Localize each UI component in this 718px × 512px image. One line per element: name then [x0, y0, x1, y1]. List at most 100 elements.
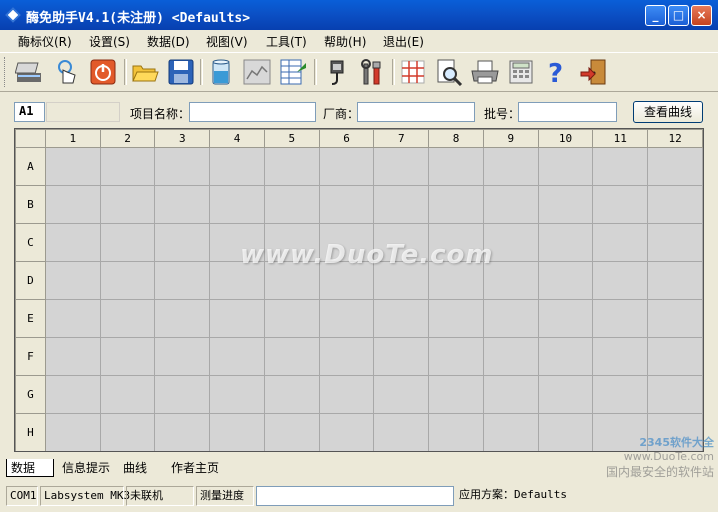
tab-curve[interactable]: 曲线	[119, 459, 163, 477]
menu-exit[interactable]: 退出(E)	[383, 33, 424, 50]
view-curve-button[interactable]: 查看曲线	[633, 101, 703, 123]
column-header[interactable]: 12	[647, 129, 703, 148]
plate-well-cell[interactable]	[537, 375, 594, 414]
menu-reader[interactable]: 酶标仪(R)	[18, 33, 72, 50]
plate-well-cell[interactable]	[263, 337, 320, 376]
grid-icon[interactable]	[398, 57, 428, 87]
plate-well-cell[interactable]	[428, 299, 484, 338]
plate-well-cell[interactable]	[154, 147, 211, 186]
plate-well-cell[interactable]	[592, 299, 649, 338]
plate-well-cell[interactable]	[154, 337, 211, 376]
plate-well-cell[interactable]	[373, 223, 430, 262]
plate-well-cell[interactable]	[592, 185, 649, 224]
menu-data[interactable]: 数据(D)	[147, 33, 190, 50]
row-header[interactable]: G	[15, 375, 46, 414]
plate-well-cell[interactable]	[373, 337, 430, 376]
plate-well-cell[interactable]	[647, 147, 703, 186]
column-header[interactable]: 6	[318, 129, 375, 148]
maximize-button[interactable]: □	[668, 5, 689, 26]
column-header[interactable]: 9	[482, 129, 539, 148]
plate-well-cell[interactable]	[428, 337, 484, 376]
plate-well-cell[interactable]	[647, 337, 703, 376]
power-icon[interactable]	[88, 57, 118, 87]
row-header[interactable]: A	[15, 147, 46, 186]
close-button[interactable]: ×	[691, 5, 712, 26]
plate-well-cell[interactable]	[99, 223, 156, 262]
plate-well-cell[interactable]	[99, 299, 156, 338]
exit-door-icon[interactable]	[578, 57, 608, 87]
plate-well-cell[interactable]	[373, 299, 430, 338]
plate-well-cell[interactable]	[428, 185, 484, 224]
save-disk-icon[interactable]	[166, 57, 196, 87]
plate-well-cell[interactable]	[373, 261, 430, 300]
app-icon[interactable]	[5, 7, 21, 23]
plate-well-cell[interactable]	[263, 375, 320, 414]
plate-well-cell[interactable]	[482, 299, 539, 338]
plate-well-cell[interactable]	[44, 261, 101, 300]
menu-view[interactable]: 视图(V)	[206, 33, 248, 50]
help-icon[interactable]: ?	[542, 57, 572, 87]
minimize-button[interactable]: _	[645, 5, 666, 26]
column-header[interactable]: 7	[373, 129, 430, 148]
row-header[interactable]: H	[15, 413, 46, 451]
toolbar-grip[interactable]	[4, 57, 8, 87]
tools-icon[interactable]	[358, 57, 388, 87]
column-header[interactable]: 8	[428, 129, 484, 148]
row-header[interactable]: C	[15, 223, 46, 262]
plate-well-cell[interactable]	[647, 223, 703, 262]
plate-well-cell[interactable]	[263, 299, 320, 338]
menu-settings[interactable]: 设置(S)	[89, 33, 130, 50]
plate-well-cell[interactable]	[373, 413, 430, 451]
plate-well-cell[interactable]	[209, 185, 265, 224]
line-chart-icon[interactable]	[242, 57, 272, 87]
plate-well-cell[interactable]	[99, 413, 156, 451]
plate-well-cell[interactable]	[318, 147, 375, 186]
column-header[interactable]: 10	[537, 129, 594, 148]
plate-well-cell[interactable]	[99, 147, 156, 186]
plate-well-cell[interactable]	[647, 299, 703, 338]
plate-well-cell[interactable]	[537, 261, 594, 300]
plate-well-cell[interactable]	[44, 147, 101, 186]
plate-well-cell[interactable]	[537, 337, 594, 376]
plate-well-cell[interactable]	[44, 185, 101, 224]
preview-icon[interactable]	[434, 57, 464, 87]
plate-well-cell[interactable]	[592, 223, 649, 262]
plate-well-cell[interactable]	[318, 337, 375, 376]
plate-well-cell[interactable]	[482, 147, 539, 186]
plate-well-cell[interactable]	[482, 413, 539, 451]
menu-help[interactable]: 帮助(H)	[324, 33, 366, 50]
plate-well-cell[interactable]	[428, 261, 484, 300]
plate-well-cell[interactable]	[209, 147, 265, 186]
column-header[interactable]: 1	[44, 129, 101, 148]
vendor-input[interactable]	[357, 102, 475, 122]
plate-well-cell[interactable]	[44, 413, 101, 451]
plate-well-cell[interactable]	[647, 185, 703, 224]
plate-well-cell[interactable]	[428, 147, 484, 186]
plate-well-cell[interactable]	[263, 147, 320, 186]
plate-well-cell[interactable]	[154, 375, 211, 414]
plate-well-cell[interactable]	[482, 337, 539, 376]
plate-well-cell[interactable]	[318, 413, 375, 451]
plate-well-cell[interactable]	[592, 375, 649, 414]
plate-well-cell[interactable]	[537, 147, 594, 186]
plate-well-cell[interactable]	[154, 261, 211, 300]
plate-well-cell[interactable]	[318, 261, 375, 300]
plate-well-cell[interactable]	[318, 299, 375, 338]
plate-well-cell[interactable]	[482, 185, 539, 224]
plate-well-cell[interactable]	[373, 185, 430, 224]
plate-well-cell[interactable]	[209, 261, 265, 300]
plate-well-cell[interactable]	[209, 299, 265, 338]
row-header[interactable]: D	[15, 261, 46, 300]
tab-author-home[interactable]: 作者主页	[167, 459, 227, 477]
plate-well-cell[interactable]	[373, 375, 430, 414]
plate-well-cell[interactable]	[592, 261, 649, 300]
tab-info[interactable]: 信息提示	[58, 459, 116, 477]
row-header[interactable]: B	[15, 185, 46, 224]
plate-well-cell[interactable]	[99, 375, 156, 414]
plate-well-cell[interactable]	[209, 375, 265, 414]
open-folder-icon[interactable]	[130, 57, 160, 87]
beaker-icon[interactable]	[206, 57, 236, 87]
corner-header[interactable]	[15, 129, 46, 148]
printer-icon[interactable]	[470, 57, 500, 87]
plate-well-cell[interactable]	[263, 223, 320, 262]
